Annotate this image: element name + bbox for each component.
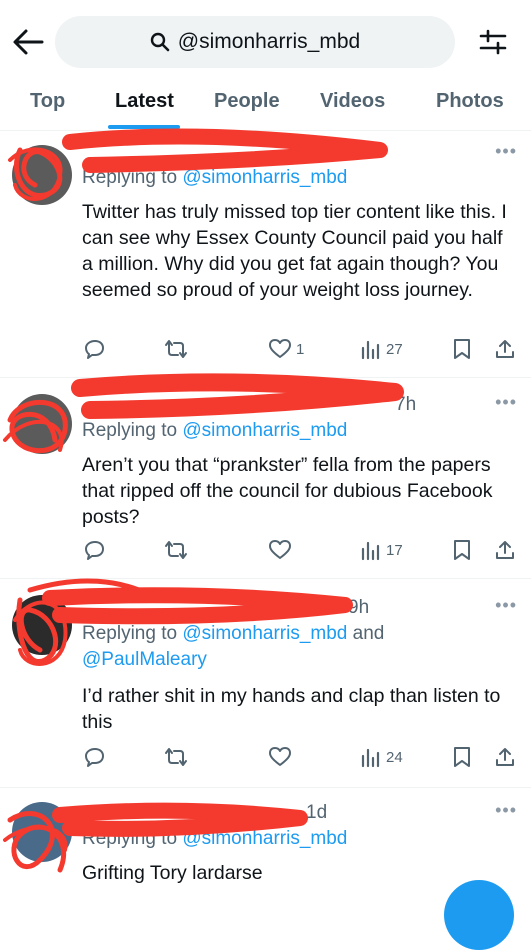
tweet[interactable]: 7h ••• Replying to @simonharris_mbd Aren…	[0, 378, 531, 579]
share-button[interactable]	[494, 338, 516, 360]
share-icon	[496, 748, 514, 766]
replying-to: Replying to @simonharris_mbd	[82, 167, 348, 188]
retweet-button[interactable]	[164, 338, 188, 360]
more-options-icon[interactable]: •••	[495, 392, 517, 413]
search-settings-icon[interactable]	[478, 27, 508, 57]
tweet[interactable]: 1d ••• Replying to @simonharris_mbd Grif…	[0, 788, 531, 900]
analytics-icon	[361, 340, 380, 360]
compose-button[interactable]	[444, 880, 514, 950]
views-button[interactable]: 17	[360, 539, 403, 561]
avatar[interactable]	[12, 394, 72, 454]
tweet-text: Twitter has truly missed top tier conten…	[82, 201, 507, 301]
avatar[interactable]	[12, 595, 72, 655]
replying-to: Replying to @simonharris_mbd	[82, 828, 348, 849]
reply-button[interactable]	[84, 539, 106, 561]
bookmark-button[interactable]	[452, 338, 472, 360]
mention-link[interactable]: @simonharris_mbd	[182, 623, 347, 644]
avatar[interactable]	[12, 802, 72, 862]
retweet-button[interactable]	[164, 539, 188, 561]
search-query: @simonharris_mbd	[177, 30, 361, 53]
active-tab-indicator	[108, 125, 180, 129]
bookmark-icon	[454, 540, 470, 560]
share-button[interactable]	[494, 746, 516, 768]
tab-top[interactable]: Top	[30, 90, 65, 113]
view-count: 17	[386, 541, 403, 559]
views-button[interactable]: 24	[360, 746, 403, 768]
tweet-text: I’d rather shit in my hands and clap tha…	[82, 685, 501, 733]
bookmark-icon	[454, 339, 470, 359]
replying-to: Replying to @simonharris_mbd and @PaulMal…	[82, 623, 385, 670]
retweet-icon	[165, 748, 187, 766]
bookmark-button[interactable]	[452, 746, 472, 768]
view-count: 24	[386, 748, 403, 766]
like-button[interactable]	[268, 539, 292, 561]
tweet[interactable]: 9h ••• Replying to @simonharris_mbd and @…	[0, 579, 531, 788]
retweet-icon	[165, 340, 187, 358]
reply-button[interactable]	[84, 338, 106, 360]
tab-latest[interactable]: Latest	[115, 90, 174, 113]
share-icon	[496, 541, 514, 559]
view-count: 27	[386, 340, 403, 358]
bookmark-icon	[454, 747, 470, 767]
tweet-actions: 24	[82, 746, 522, 772]
top-bar: @simonharris_mbd	[0, 0, 531, 84]
mention-link-2[interactable]: @PaulMaleary	[82, 649, 207, 670]
analytics-icon	[361, 541, 380, 561]
heart-icon	[269, 339, 291, 358]
reply-icon	[85, 541, 104, 560]
reply-button[interactable]	[84, 746, 106, 768]
tweet-text: Aren’t you that “prankster” fella from t…	[82, 454, 493, 528]
timestamp: 1d	[306, 802, 328, 823]
share-button[interactable]	[494, 539, 516, 561]
timestamp: 7h	[395, 394, 417, 415]
timestamp: 9h	[348, 597, 370, 618]
heart-icon	[269, 747, 291, 766]
tweet-text: Grifting Tory lardarse	[82, 862, 263, 884]
like-button[interactable]: 1	[268, 338, 304, 360]
more-options-icon[interactable]: •••	[495, 800, 517, 821]
tweet-actions: 1 27	[82, 338, 522, 364]
replying-to: Replying to @simonharris_mbd	[82, 420, 348, 441]
tab-people[interactable]: People	[214, 90, 280, 113]
back-arrow-icon[interactable]	[12, 28, 44, 56]
more-options-icon[interactable]: •••	[495, 141, 517, 162]
avatar[interactable]	[12, 145, 72, 205]
mention-link[interactable]: @simonharris_mbd	[182, 167, 347, 188]
retweet-button[interactable]	[164, 746, 188, 768]
mention-link[interactable]: @simonharris_mbd	[182, 420, 347, 441]
more-options-icon[interactable]: •••	[495, 595, 517, 616]
search-input[interactable]: @simonharris_mbd	[55, 16, 455, 68]
share-icon	[496, 340, 514, 358]
tweet-actions: 17	[82, 539, 522, 565]
reply-icon	[85, 748, 104, 767]
search-tabs: Top Latest People Videos Photos	[0, 84, 531, 131]
analytics-icon	[361, 748, 380, 768]
views-button[interactable]: 27	[360, 338, 403, 360]
heart-icon	[269, 540, 291, 559]
reply-icon	[85, 340, 104, 359]
like-count: 1	[296, 340, 305, 358]
tweet[interactable]: ••• Replying to @simonharris_mbd Twitter…	[0, 131, 531, 378]
search-icon	[150, 32, 170, 52]
tab-photos[interactable]: Photos	[436, 90, 504, 113]
like-button[interactable]	[268, 746, 292, 768]
tab-videos[interactable]: Videos	[320, 90, 385, 113]
retweet-icon	[165, 541, 187, 559]
bookmark-button[interactable]	[452, 539, 472, 561]
mention-link[interactable]: @simonharris_mbd	[182, 828, 347, 849]
